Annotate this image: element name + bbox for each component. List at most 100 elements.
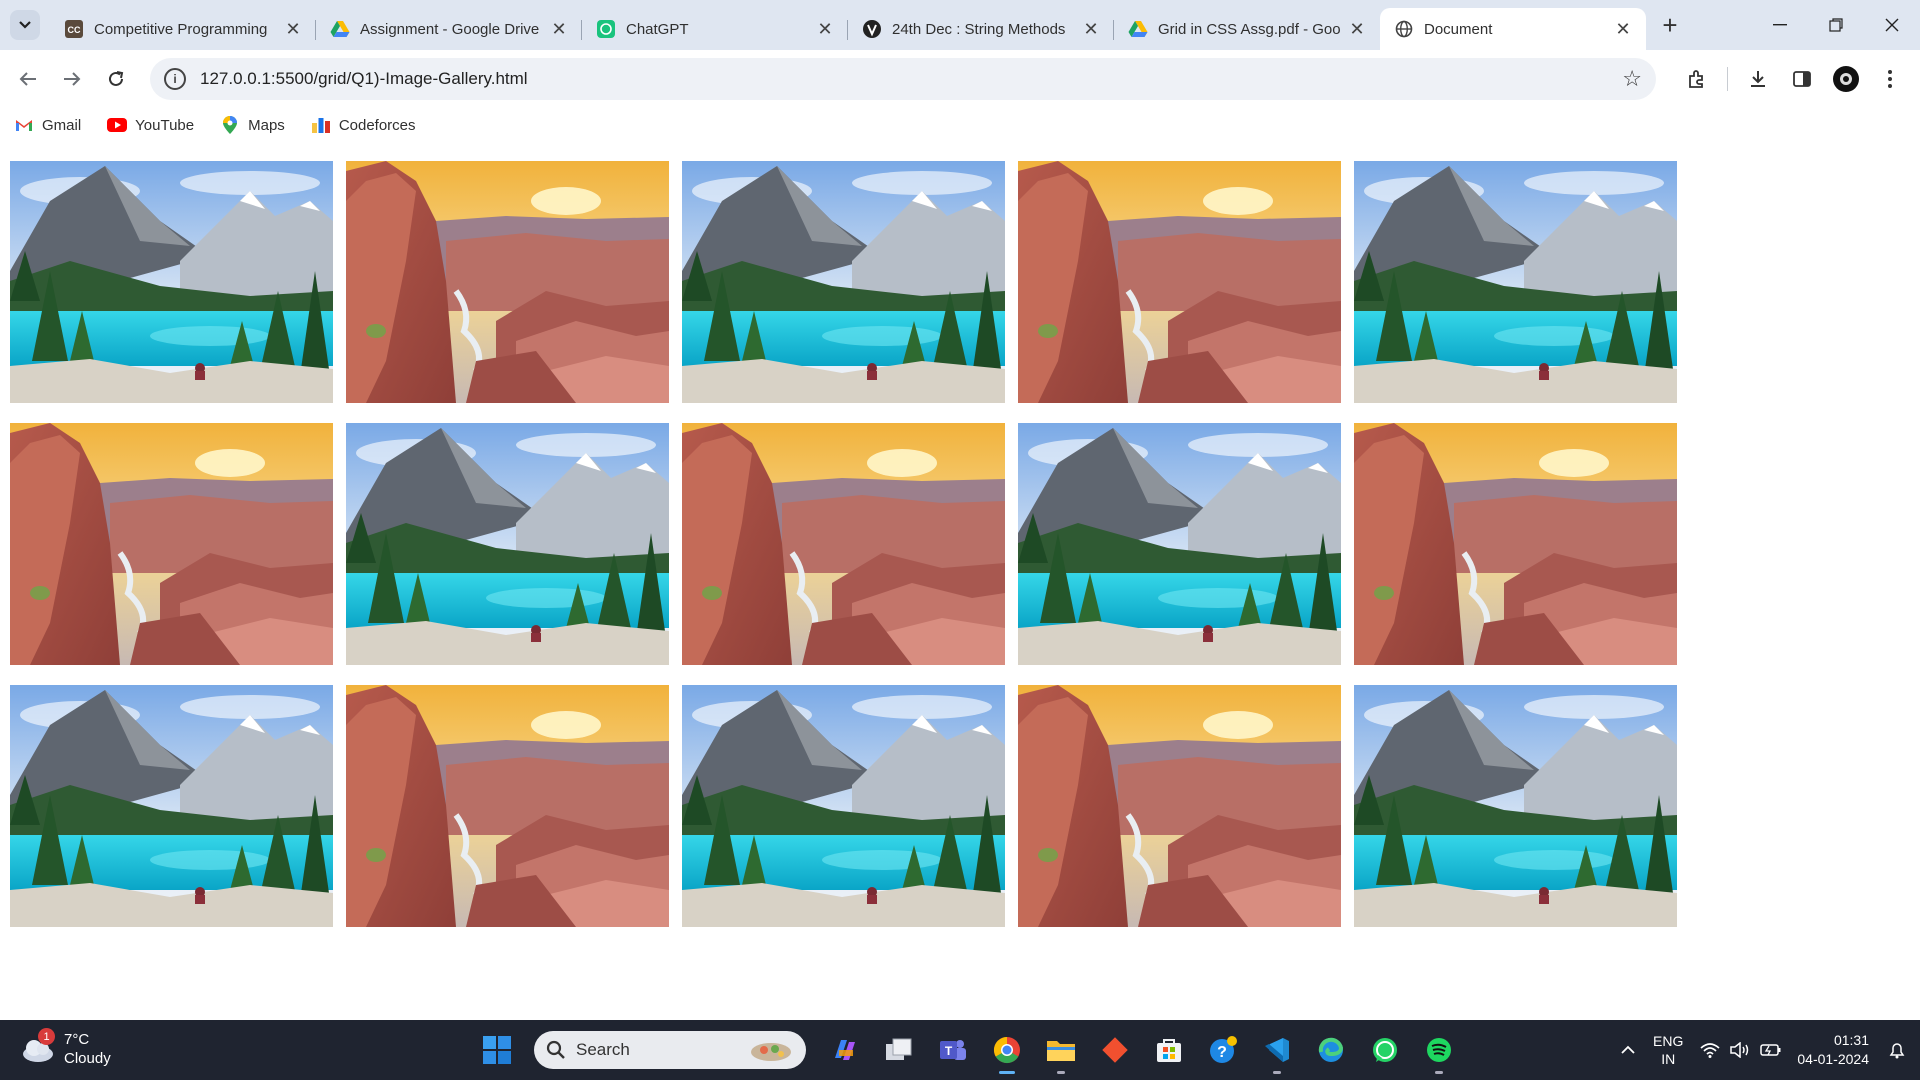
- bookmark-label: Gmail: [42, 116, 82, 134]
- minimize-icon[interactable]: [1752, 0, 1808, 50]
- reload-button[interactable]: [94, 57, 138, 101]
- close-icon[interactable]: ✕: [1346, 18, 1368, 40]
- bookmark-star-icon[interactable]: ☆: [1622, 66, 1642, 92]
- canyon-photo: [1018, 161, 1341, 403]
- extensions-icon[interactable]: [1675, 57, 1719, 101]
- canyon-photo: [10, 423, 333, 665]
- weather-badge: 1: [38, 1028, 55, 1045]
- taskbar-search[interactable]: Search: [534, 1031, 806, 1069]
- tab-list: CC Competitive Programming ✕ Assignment …: [50, 0, 1646, 50]
- back-button[interactable]: [6, 57, 50, 101]
- lake-photo: [10, 685, 333, 927]
- wifi-icon[interactable]: [1700, 1042, 1720, 1058]
- close-icon[interactable]: ✕: [548, 18, 570, 40]
- bookmark-gmail[interactable]: Gmail: [14, 117, 81, 134]
- clock-time: 01:31: [1833, 1032, 1869, 1048]
- close-icon[interactable]: ✕: [282, 18, 304, 40]
- tab-chatgpt[interactable]: ChatGPT ✕: [582, 8, 848, 50]
- running-indicator: [1057, 1071, 1065, 1074]
- more-menu-icon[interactable]: [1868, 57, 1912, 101]
- taskbar: 1 7°C Cloudy Search T ? ENG IN 01:31 04-…: [0, 1020, 1920, 1080]
- tab-string-methods[interactable]: 24th Dec : String Methods ✕: [848, 8, 1114, 50]
- task-view-icon[interactable]: [879, 1030, 919, 1070]
- active-indicator: [999, 1071, 1015, 1074]
- spotify-icon[interactable]: [1419, 1030, 1459, 1074]
- language-indicator[interactable]: ENG IN: [1653, 1032, 1683, 1068]
- arrow-left-icon: [19, 72, 36, 86]
- teams-icon[interactable]: T: [933, 1030, 973, 1070]
- address-url[interactable]: 127.0.0.1:5500/grid/Q1)-Image-Gallery.ht…: [200, 69, 1622, 89]
- address-bar[interactable]: i 127.0.0.1:5500/grid/Q1)-Image-Gallery.…: [150, 58, 1656, 100]
- forward-button[interactable]: [50, 57, 94, 101]
- restore-icon[interactable]: [1808, 0, 1864, 50]
- svg-text:T: T: [945, 1044, 953, 1058]
- system-tray: ENG IN 01:31 04-01-2024: [1615, 1020, 1920, 1080]
- file-explorer-icon[interactable]: [1041, 1030, 1081, 1074]
- edge-icon[interactable]: [1311, 1030, 1351, 1070]
- notification-icon[interactable]: [1888, 1041, 1906, 1059]
- chevron-down-icon: [19, 21, 31, 29]
- tab-assignment-drive[interactable]: Assignment - Google Drive ✕: [316, 8, 582, 50]
- help-icon[interactable]: ?: [1203, 1030, 1243, 1070]
- gallery-image-lake: [10, 685, 333, 927]
- bookmarks-bar: Gmail YouTube Maps Codeforces: [0, 108, 1920, 142]
- whatsapp-icon[interactable]: [1365, 1030, 1405, 1070]
- arrow-right-icon: [64, 72, 81, 86]
- clock[interactable]: 01:31 04-01-2024: [1797, 1031, 1869, 1069]
- lake-photo: [1018, 423, 1341, 665]
- gallery-image-canyon: [10, 423, 333, 665]
- bookmark-codeforces[interactable]: Codeforces: [311, 117, 416, 134]
- lake-photo: [682, 685, 1005, 927]
- svg-text:?: ?: [1217, 1044, 1227, 1061]
- search-highlight-icon: [751, 1043, 791, 1061]
- weather-condition: Cloudy: [64, 1050, 111, 1067]
- close-icon[interactable]: ✕: [1612, 18, 1634, 40]
- close-icon[interactable]: ✕: [814, 18, 836, 40]
- tab-competitive-programming[interactable]: CC Competitive Programming ✕: [50, 8, 316, 50]
- side-panel-icon[interactable]: [1780, 57, 1824, 101]
- git-icon[interactable]: [1095, 1030, 1135, 1070]
- running-indicator: [1273, 1071, 1281, 1074]
- tab-title: Document: [1424, 20, 1493, 38]
- profile-avatar[interactable]: [1833, 66, 1859, 92]
- tab-title: ChatGPT: [626, 20, 689, 38]
- gmail-icon: [14, 117, 34, 133]
- tab-grid-css-pdf[interactable]: Grid in CSS Assg.pdf - Goo ✕: [1114, 8, 1380, 50]
- start-button[interactable]: [477, 1030, 517, 1070]
- volume-icon[interactable]: [1730, 1042, 1750, 1058]
- battery-icon[interactable]: [1760, 1043, 1782, 1057]
- bookmark-maps[interactable]: Maps: [220, 116, 285, 134]
- site-info-icon[interactable]: i: [164, 68, 186, 90]
- maps-icon: [220, 116, 240, 134]
- clock-date: 04-01-2024: [1797, 1051, 1869, 1067]
- vscode-icon[interactable]: [1257, 1030, 1297, 1074]
- window-close-icon[interactable]: [1864, 0, 1920, 50]
- tab-document[interactable]: Document ✕: [1380, 8, 1646, 50]
- close-icon[interactable]: ✕: [1080, 18, 1102, 40]
- codeforces-icon: [311, 117, 331, 133]
- search-label: Search: [576, 1040, 630, 1059]
- gallery-image-canyon: [1354, 423, 1677, 665]
- gallery-image-lake: [1354, 685, 1677, 927]
- image-gallery: [10, 161, 1677, 927]
- canyon-photo: [1354, 423, 1677, 665]
- taskbar-apps: Search T ?: [470, 1030, 1466, 1074]
- chevron-up-icon[interactable]: [1620, 1045, 1636, 1055]
- download-icon[interactable]: [1736, 57, 1780, 101]
- new-tab-button[interactable]: +: [1652, 7, 1688, 43]
- canyon-photo: [682, 423, 1005, 665]
- bookmark-youtube[interactable]: YouTube: [107, 117, 194, 134]
- chrome-icon[interactable]: [987, 1030, 1027, 1074]
- google-drive-icon: [330, 19, 350, 39]
- weather-widget[interactable]: 1 7°C Cloudy: [20, 1028, 111, 1068]
- weather-temp: 7°C: [64, 1031, 90, 1048]
- bookmark-label: YouTube: [135, 116, 195, 134]
- tab-search-button[interactable]: [10, 10, 40, 40]
- store-icon[interactable]: [1149, 1030, 1189, 1070]
- gallery-image-canyon: [1018, 685, 1341, 927]
- globe-icon: [1394, 19, 1414, 39]
- copilot-icon[interactable]: [825, 1030, 865, 1070]
- tab-strip: CC Competitive Programming ✕ Assignment …: [0, 0, 1920, 50]
- chatgpt-icon: [596, 19, 616, 39]
- lake-photo: [1354, 685, 1677, 927]
